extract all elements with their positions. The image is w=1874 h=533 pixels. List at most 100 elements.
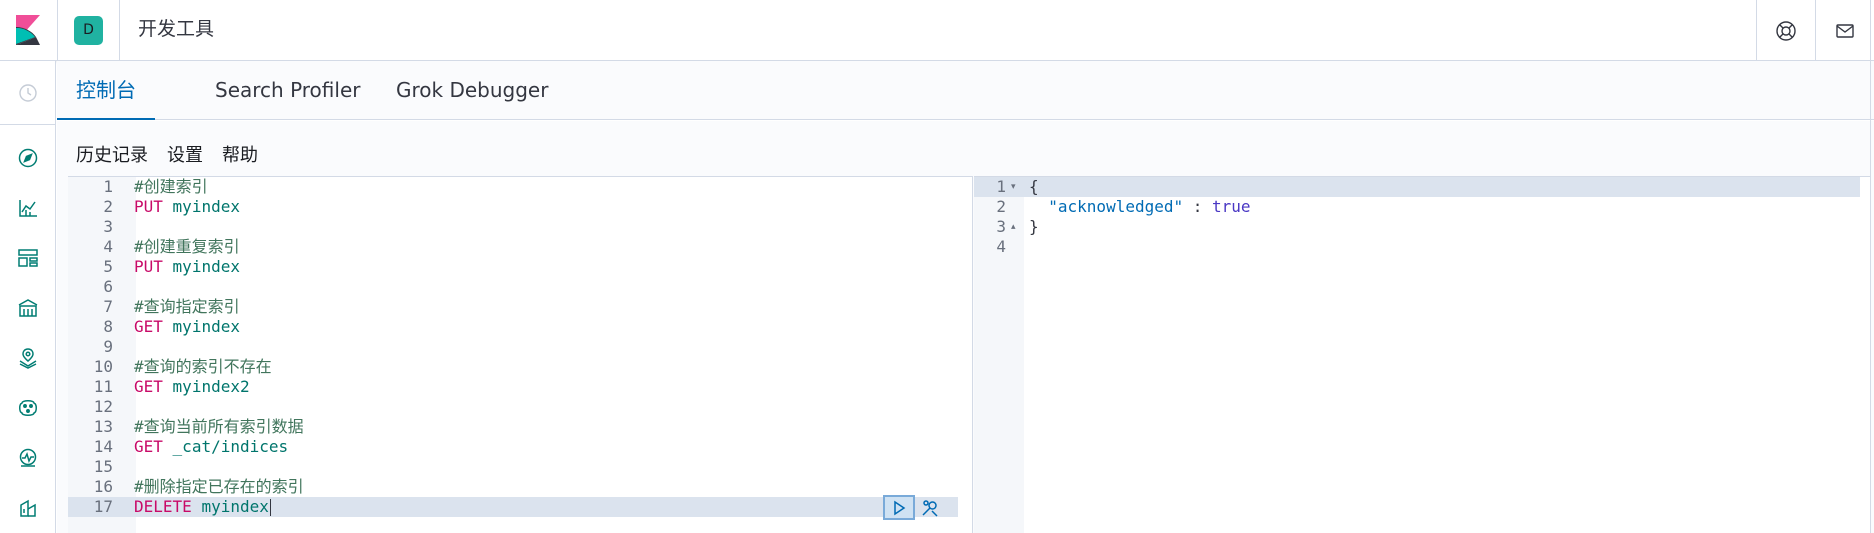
nav-discover[interactable] xyxy=(0,133,56,183)
line-number: 16 xyxy=(93,477,113,496)
http-method: DELETE xyxy=(134,497,192,516)
line-number: 4 xyxy=(103,237,113,256)
code-line: #查询指定索引 xyxy=(134,297,240,317)
tabs-bar: 控制台 Search Profiler Grok Debugger xyxy=(57,61,1874,120)
code-comment: #删除指定已存在的索引 xyxy=(134,477,304,496)
line-number: 11 xyxy=(93,377,113,396)
line-number: 5 xyxy=(103,257,113,276)
line-number: 7 xyxy=(103,297,113,316)
line-number: 12 xyxy=(93,397,113,416)
code-line: #查询的索引不存在 xyxy=(134,357,272,377)
mail-icon xyxy=(1836,23,1854,38)
output-line-number: 3 xyxy=(996,217,1006,236)
output-active-line-highlight xyxy=(974,177,1860,197)
space-avatar[interactable]: D xyxy=(74,16,103,45)
json-key: "acknowledged" xyxy=(1048,197,1184,216)
request-path: myindex xyxy=(201,497,269,516)
line-number: 8 xyxy=(103,317,113,336)
line-number: 6 xyxy=(103,277,113,296)
code-comment: #查询指定索引 xyxy=(134,297,240,316)
nav-ml[interactable] xyxy=(0,383,56,433)
menu-help[interactable]: 帮助 xyxy=(222,141,258,171)
code-line: PUT myindex xyxy=(134,197,240,217)
json-separator: : xyxy=(1183,197,1213,216)
apm-icon xyxy=(20,499,36,517)
text-cursor xyxy=(270,499,271,516)
tab-console[interactable]: 控制台 xyxy=(57,61,155,120)
help-lifebuoy-icon xyxy=(1776,20,1796,41)
fold-close-icon[interactable]: ▴ xyxy=(1011,217,1021,237)
right-border xyxy=(1870,0,1871,533)
help-button[interactable] xyxy=(1756,0,1815,61)
line-number: 1 xyxy=(103,177,113,196)
visualize-icon xyxy=(19,200,37,217)
request-path: myindex xyxy=(172,257,240,276)
output-line-number: 4 xyxy=(996,237,1006,256)
request-editor[interactable]: 1 2 3 4 5 6 7 8 9 10 11 12 13 14 15 16 17 #创建索引 PUT myind… xyxy=(68,176,973,533)
nav-canvas[interactable] xyxy=(0,283,56,333)
ml-icon xyxy=(19,400,37,416)
nav-apm[interactable] xyxy=(0,483,56,533)
request-path: myindex xyxy=(172,317,240,336)
nav-maps[interactable] xyxy=(0,333,56,383)
line-number: 15 xyxy=(93,457,113,476)
nav-visualize[interactable] xyxy=(0,183,56,233)
play-icon xyxy=(894,500,906,515)
space-selector[interactable]: D xyxy=(58,0,120,61)
response-output[interactable]: 1234 ▾ ▴ { "acknowledged" : true } xyxy=(974,176,1870,533)
wrench-icon xyxy=(922,499,938,517)
line-number: 17 xyxy=(93,497,113,516)
top-header: D 开发工具 xyxy=(0,0,1874,61)
request-path: _cat/indices xyxy=(172,437,289,456)
line-number: 9 xyxy=(103,337,113,356)
logo-cell[interactable] xyxy=(0,0,58,61)
nav-recently-viewed[interactable] xyxy=(0,61,56,125)
nav-uptime[interactable] xyxy=(0,433,56,483)
fold-open-icon[interactable]: ▾ xyxy=(1011,177,1021,197)
line-number: 10 xyxy=(93,357,113,376)
line-number: 13 xyxy=(93,417,113,436)
output-line: { xyxy=(1029,177,1039,196)
http-method: GET xyxy=(134,317,163,336)
line-number: 3 xyxy=(103,217,113,236)
newsfeed-button[interactable] xyxy=(1815,0,1874,61)
output-line: } xyxy=(1029,217,1039,236)
menu-history[interactable]: 历史记录 xyxy=(76,141,148,171)
send-request-button[interactable] xyxy=(883,495,915,520)
canvas-icon xyxy=(18,299,38,317)
code-line: DELETE myindex xyxy=(134,497,269,517)
http-method: PUT xyxy=(134,197,163,216)
request-path: myindex2 xyxy=(172,377,250,396)
tab-grok-debugger[interactable]: Grok Debugger xyxy=(377,61,567,120)
tab-search-profiler[interactable]: Search Profiler xyxy=(196,61,379,120)
code-comment: #查询的索引不存在 xyxy=(134,357,272,376)
clock-icon xyxy=(19,83,37,102)
code-comment: #创建重复索引 xyxy=(134,237,240,256)
code-line: #创建索引 xyxy=(134,177,208,197)
code-line: GET myindex2 xyxy=(134,377,250,397)
line-number: 2 xyxy=(103,197,113,216)
line-number: 14 xyxy=(93,437,113,456)
http-method: PUT xyxy=(134,257,163,276)
dashboard-icon xyxy=(18,249,38,267)
request-path: myindex xyxy=(172,197,240,216)
request-options-button[interactable] xyxy=(918,495,942,520)
json-value: true xyxy=(1212,197,1251,216)
maps-icon xyxy=(19,348,37,369)
output-line: "acknowledged" : true xyxy=(1029,197,1251,217)
menu-settings[interactable]: 设置 xyxy=(167,141,203,171)
code-line: #删除指定已存在的索引 xyxy=(134,477,304,497)
code-line: GET myindex xyxy=(134,317,240,337)
output-line-number: 1 xyxy=(996,177,1006,196)
code-line: #查询当前所有索引数据 xyxy=(134,417,304,437)
code-line: PUT myindex xyxy=(134,257,240,277)
nav-dashboard[interactable] xyxy=(0,233,56,283)
code-line: #创建重复索引 xyxy=(134,237,240,257)
side-nav xyxy=(0,61,56,533)
code-line: GET _cat/indices xyxy=(134,437,288,457)
http-method: GET xyxy=(134,437,163,456)
compass-icon xyxy=(18,148,38,168)
code-comment: #查询当前所有索引数据 xyxy=(134,417,304,436)
kibana-logo-icon[interactable] xyxy=(16,15,40,45)
uptime-icon xyxy=(19,448,37,467)
